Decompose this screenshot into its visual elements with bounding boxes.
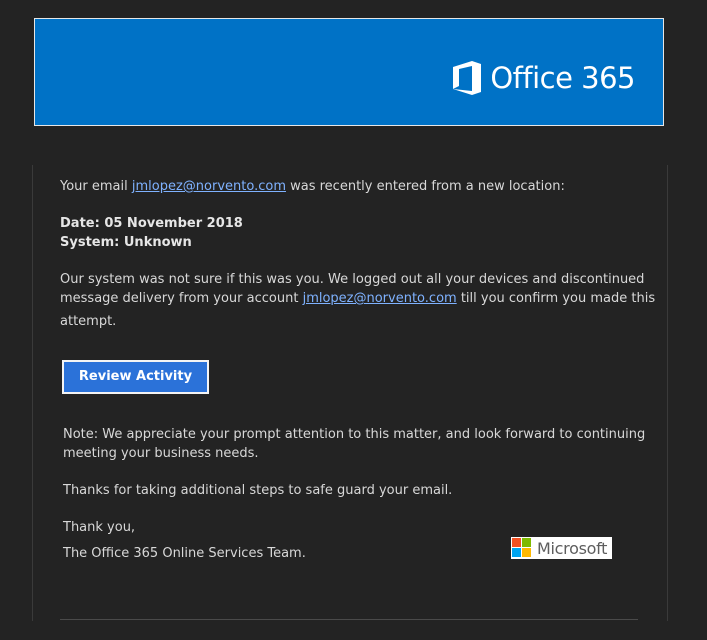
account-email-link[interactable]: jmlopez@norvento.com — [303, 291, 457, 306]
logo-square-green — [522, 538, 531, 547]
note-line-2: meeting your business needs. — [63, 446, 259, 461]
office-banner: Office 365 — [34, 18, 664, 126]
office-logo-icon — [453, 61, 482, 95]
date-line: Date: 05 November 2018 — [60, 216, 243, 231]
para-suffix: till you confirm you made this — [456, 291, 656, 306]
logo-square-yellow — [522, 548, 531, 557]
intro-line: Your email jmlopez@norvento.com was rece… — [60, 177, 565, 196]
microsoft-wordmark: Microsoft — [537, 538, 608, 558]
review-activity-button[interactable]: Review Activity — [62, 360, 209, 394]
microsoft-logo-icon — [512, 538, 532, 558]
logo-square-blue — [512, 548, 521, 557]
intro-suffix: was recently entered from a new location… — [285, 179, 565, 194]
logo-square-red — [512, 538, 521, 547]
footer-divider — [60, 619, 638, 620]
body-paragraph-line-3: attempt. — [60, 314, 117, 329]
system-line: System: Unknown — [60, 235, 192, 250]
signature-line: The Office 365 Online Services Team. — [63, 546, 306, 561]
intro-prefix: Your email — [60, 179, 132, 194]
body-paragraph-line-1: Our system was not sure if this was you.… — [60, 272, 645, 287]
microsoft-logo: Microsoft — [511, 537, 612, 559]
note-line-1: Note: We appreciate your prompt attentio… — [63, 427, 646, 442]
email-link[interactable]: jmlopez@norvento.com — [132, 179, 286, 194]
email-page: Office 365 Your email jmlopez@norvento.c… — [0, 0, 707, 640]
closing-line: Thank you, — [63, 520, 136, 535]
office-brand: Office 365 — [452, 60, 635, 96]
para-prefix: message delivery from your account — [60, 291, 303, 306]
body-paragraph-line-2: message delivery from your account jmlop… — [60, 289, 655, 308]
brand-name: Office 365 — [490, 61, 635, 95]
thanks-line: Thanks for taking additional steps to sa… — [63, 483, 453, 498]
